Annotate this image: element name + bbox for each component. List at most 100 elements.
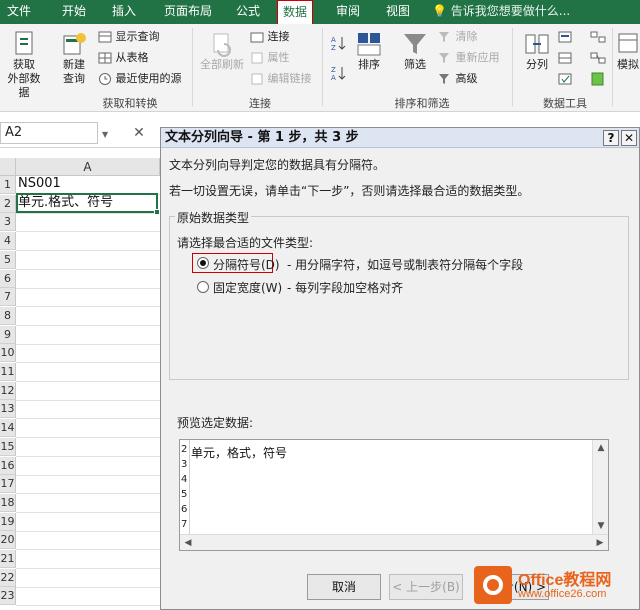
tab-data[interactable]: 数据 <box>277 0 313 24</box>
gridline <box>16 400 160 401</box>
refresh-all-button[interactable]: 全部刷新 <box>198 30 246 72</box>
get-external-label-2: 外部数据 <box>7 72 41 99</box>
sort-button[interactable]: 排序 <box>352 30 386 72</box>
row-header[interactable]: 2 <box>0 195 16 213</box>
data-validation-icon <box>558 73 572 85</box>
from-table-label: 从表格 <box>115 51 149 64</box>
cancel-button[interactable]: 取消 <box>307 574 381 600</box>
preview-vertical-scrollbar[interactable]: ▲ ▼ <box>592 440 608 534</box>
row-header[interactable]: 13 <box>0 400 16 418</box>
tab-review[interactable]: 审阅 <box>328 0 368 24</box>
connections-button[interactable]: 连接 <box>250 28 290 46</box>
formula-cancel-icon[interactable]: ✕ <box>128 122 150 144</box>
tab-view[interactable]: 视图 <box>378 0 418 24</box>
row-header[interactable]: 12 <box>0 382 16 400</box>
column-header-a[interactable]: A <box>16 158 160 176</box>
row-header[interactable]: 21 <box>0 550 16 568</box>
name-box[interactable]: A2 <box>0 122 98 144</box>
clear-filter-icon <box>439 32 449 42</box>
row-header[interactable]: 17 <box>0 475 16 493</box>
scroll-down-icon[interactable]: ▼ <box>593 518 609 534</box>
sort-za-icon: ZA <box>331 66 346 82</box>
row-header[interactable]: 14 <box>0 419 16 437</box>
intro-text: 文本分列向导判定您的数据具有分隔符。 <box>169 158 386 172</box>
row-header[interactable]: 1 <box>0 176 16 194</box>
gridline <box>16 605 160 606</box>
scroll-left-icon[interactable]: ◀ <box>180 535 196 551</box>
cell-a2[interactable]: 单元.格式、符号 <box>18 194 113 212</box>
get-external-data-button[interactable]: 获取 外部数据 <box>4 30 44 100</box>
gridline <box>16 213 160 214</box>
close-button[interactable]: ✕ <box>621 130 637 146</box>
scroll-up-icon[interactable]: ▲ <box>593 440 609 456</box>
scroll-right-icon[interactable]: ▶ <box>592 535 608 551</box>
row-header[interactable]: 5 <box>0 251 16 269</box>
properties-button[interactable]: 属性 <box>250 49 290 67</box>
fixed-width-radio[interactable] <box>197 281 209 293</box>
gridline <box>16 418 160 419</box>
row-header[interactable]: 16 <box>0 457 16 475</box>
select-all-corner[interactable] <box>0 158 16 176</box>
preview-box[interactable]: 2 3 4 5 6 7 单元，格式，符号 ▲ ▼ ◀ ▶ <box>179 439 609 551</box>
reapply-button[interactable]: 重新应用 <box>438 49 500 67</box>
text-to-columns-button[interactable]: 分列 <box>518 30 556 72</box>
row-header[interactable]: 4 <box>0 232 16 250</box>
advanced-button[interactable]: 高级 <box>438 70 478 88</box>
edit-links-button[interactable]: 编辑链接 <box>250 70 312 88</box>
row-header[interactable]: 6 <box>0 270 16 288</box>
row-header[interactable]: 23 <box>0 587 16 605</box>
new-query-label-2: 查询 <box>63 72 85 85</box>
refresh-icon <box>213 33 231 57</box>
fixed-width-option-label[interactable]: 固定宽度(W) <box>213 279 282 296</box>
dialog-title[interactable]: 文本分列向导 - 第 1 步，共 3 步 <box>161 128 639 148</box>
tab-insert[interactable]: 插入 <box>104 0 144 24</box>
flash-fill-button[interactable] <box>558 28 574 46</box>
gridline <box>16 512 160 513</box>
what-if-icon <box>618 33 638 53</box>
clear-label: 清除 <box>455 30 478 43</box>
filter-button[interactable]: 筛选 <box>398 30 432 72</box>
data-model-button[interactable] <box>590 70 606 88</box>
sort-asc-button[interactable]: AZ <box>330 34 346 52</box>
row-header[interactable]: 19 <box>0 513 16 531</box>
row-header[interactable]: 8 <box>0 307 16 325</box>
gridline <box>16 549 160 550</box>
tab-file[interactable]: 文件 <box>0 0 38 24</box>
recent-sources-button[interactable]: 最近使用的源 <box>98 70 182 88</box>
remove-duplicates-button[interactable] <box>558 49 574 67</box>
row-header[interactable]: 22 <box>0 569 16 587</box>
clock-icon <box>99 73 111 85</box>
tab-home[interactable]: 开始 <box>52 0 96 24</box>
what-if-analysis-button[interactable]: 模拟 <box>616 30 640 72</box>
consolidate-button[interactable] <box>590 28 606 46</box>
row-header[interactable]: 20 <box>0 531 16 549</box>
tab-page-layout[interactable]: 页面布局 <box>156 0 220 24</box>
lightbulb-icon: 💡 <box>432 4 447 18</box>
new-query-button[interactable]: 新建 查询 <box>54 30 94 86</box>
preview-horizontal-scrollbar[interactable]: ◀ ▶ <box>180 534 608 550</box>
data-validation-button[interactable] <box>558 70 574 88</box>
row-header[interactable]: 18 <box>0 494 16 512</box>
from-table-button[interactable]: 从表格 <box>98 49 149 67</box>
row-header[interactable]: 9 <box>0 326 16 344</box>
sort-desc-button[interactable]: ZA <box>330 64 346 82</box>
back-button[interactable]: < 上一步(B) <box>389 574 463 600</box>
delimited-option-label[interactable]: 分隔符号(D) <box>213 256 280 273</box>
row-header[interactable]: 3 <box>0 213 16 231</box>
name-box-dropdown-icon[interactable]: ▼ <box>102 130 108 139</box>
consolidate-icon <box>590 31 606 43</box>
row-header[interactable]: 15 <box>0 438 16 456</box>
delimited-radio[interactable] <box>197 257 209 269</box>
show-queries-button[interactable]: 显示查询 <box>98 28 160 46</box>
text-to-columns-label: 分列 <box>526 58 548 71</box>
tab-formulas[interactable]: 公式 <box>228 0 268 24</box>
relationships-button[interactable] <box>590 49 606 67</box>
row-header[interactable]: 11 <box>0 363 16 381</box>
clear-button[interactable]: 清除 <box>438 28 478 46</box>
row-header[interactable]: 10 <box>0 344 16 362</box>
properties-label: 属性 <box>267 51 290 64</box>
help-button[interactable]: ? <box>603 130 619 146</box>
tell-me-box[interactable]: 💡 告诉我您想要做什么... <box>432 0 570 24</box>
cell-a1[interactable]: NS001 <box>18 175 61 193</box>
row-header[interactable]: 7 <box>0 288 16 306</box>
